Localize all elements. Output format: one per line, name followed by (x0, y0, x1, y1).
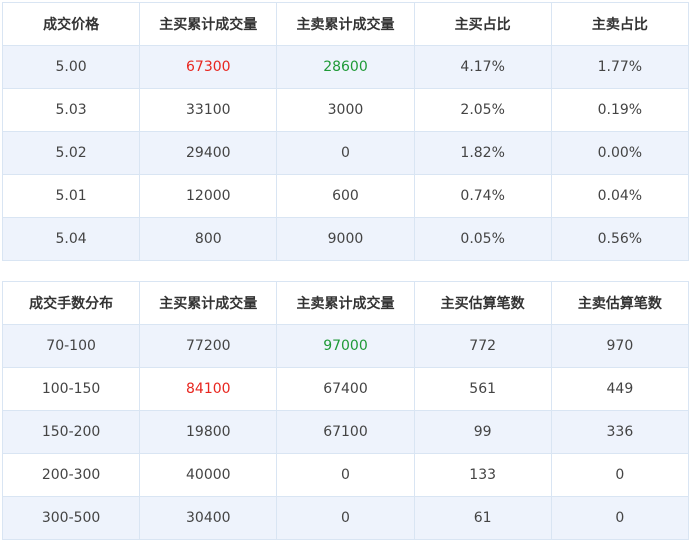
cell-buy-volume: 77200 (139, 324, 278, 368)
cell-buy-ratio: 2.05% (413, 88, 552, 132)
cell-sell-count: 0 (550, 496, 690, 540)
cell-buy-volume: 30400 (139, 496, 278, 540)
cell-sell-volume: 3000 (276, 88, 415, 132)
cell-buy-count: 61 (413, 496, 552, 540)
cell-sell-count: 449 (550, 367, 690, 411)
cell-sell-volume: 67400 (276, 367, 415, 411)
table-row: 5.04 800 9000 0.05% 0.56% (1, 217, 690, 261)
table-row: 100-150 84100 67400 561 449 (1, 367, 690, 411)
cell-sell-count: 336 (550, 410, 690, 454)
cell-buy-count: 772 (413, 324, 552, 368)
cell-sell-ratio: 0.04% (550, 174, 690, 218)
cell-sell-count: 0 (550, 453, 690, 497)
table-row: 5.01 12000 600 0.74% 0.04% (1, 174, 690, 218)
cell-sell-volume: 97000 (276, 324, 415, 368)
cell-buy-ratio: 4.17% (413, 45, 552, 89)
lot-size-distribution-table: 成交手数分布 主买累计成交量 主卖累计成交量 主买估算笔数 主卖估算笔数 70-… (1, 281, 690, 540)
cell-price: 5.04 (1, 217, 141, 261)
header-buy-volume: 主买累计成交量 (139, 281, 278, 325)
header-sell-count: 主卖估算笔数 (550, 281, 690, 325)
cell-lot-range: 70-100 (1, 324, 141, 368)
cell-sell-volume: 0 (276, 496, 415, 540)
table-row: 70-100 77200 97000 772 970 (1, 324, 690, 368)
cell-lot-range: 300-500 (1, 496, 141, 540)
table-row: 300-500 30400 0 61 0 (1, 496, 690, 540)
header-sell-volume: 主卖累计成交量 (276, 2, 415, 46)
cell-sell-volume: 67100 (276, 410, 415, 454)
cell-sell-ratio: 1.77% (550, 45, 690, 89)
table-header-row: 成交手数分布 主买累计成交量 主卖累计成交量 主买估算笔数 主卖估算笔数 (1, 281, 690, 325)
cell-sell-volume: 28600 (276, 45, 415, 89)
cell-lot-range: 100-150 (1, 367, 141, 411)
cell-sell-volume: 0 (276, 453, 415, 497)
cell-buy-count: 133 (413, 453, 552, 497)
header-lot-range: 成交手数分布 (1, 281, 141, 325)
cell-lot-range: 200-300 (1, 453, 141, 497)
header-buy-volume: 主买累计成交量 (139, 2, 278, 46)
cell-price: 5.03 (1, 88, 141, 132)
header-buy-count: 主买估算笔数 (413, 281, 552, 325)
cell-buy-volume: 800 (139, 217, 278, 261)
cell-lot-range: 150-200 (1, 410, 141, 454)
cell-price: 5.00 (1, 45, 141, 89)
header-buy-ratio: 主买占比 (413, 2, 552, 46)
table-header-row: 成交价格 主买累计成交量 主卖累计成交量 主买占比 主卖占比 (1, 2, 690, 46)
cell-buy-volume: 40000 (139, 453, 278, 497)
table-row: 5.02 29400 0 1.82% 0.00% (1, 131, 690, 175)
cell-buy-ratio: 0.05% (413, 217, 552, 261)
cell-sell-ratio: 0.19% (550, 88, 690, 132)
cell-sell-ratio: 0.00% (550, 131, 690, 175)
cell-buy-volume: 67300 (139, 45, 278, 89)
cell-sell-volume: 9000 (276, 217, 415, 261)
cell-buy-volume: 19800 (139, 410, 278, 454)
cell-buy-volume: 84100 (139, 367, 278, 411)
cell-buy-volume: 29400 (139, 131, 278, 175)
cell-buy-count: 99 (413, 410, 552, 454)
cell-sell-ratio: 0.56% (550, 217, 690, 261)
cell-sell-volume: 0 (276, 131, 415, 175)
cell-price: 5.01 (1, 174, 141, 218)
header-sell-ratio: 主卖占比 (550, 2, 690, 46)
cell-buy-ratio: 1.82% (413, 131, 552, 175)
table-row: 5.03 33100 3000 2.05% 0.19% (1, 88, 690, 132)
cell-buy-volume: 33100 (139, 88, 278, 132)
cell-sell-count: 970 (550, 324, 690, 368)
table-row: 200-300 40000 0 133 0 (1, 453, 690, 497)
header-sell-volume: 主卖累计成交量 (276, 281, 415, 325)
cell-sell-volume: 600 (276, 174, 415, 218)
cell-buy-count: 561 (413, 367, 552, 411)
header-price: 成交价格 (1, 2, 141, 46)
cell-buy-volume: 12000 (139, 174, 278, 218)
price-distribution-table: 成交价格 主买累计成交量 主卖累计成交量 主买占比 主卖占比 5.00 6730… (1, 2, 690, 261)
cell-buy-ratio: 0.74% (413, 174, 552, 218)
table-row: 150-200 19800 67100 99 336 (1, 410, 690, 454)
cell-price: 5.02 (1, 131, 141, 175)
table-row: 5.00 67300 28600 4.17% 1.77% (1, 45, 690, 89)
